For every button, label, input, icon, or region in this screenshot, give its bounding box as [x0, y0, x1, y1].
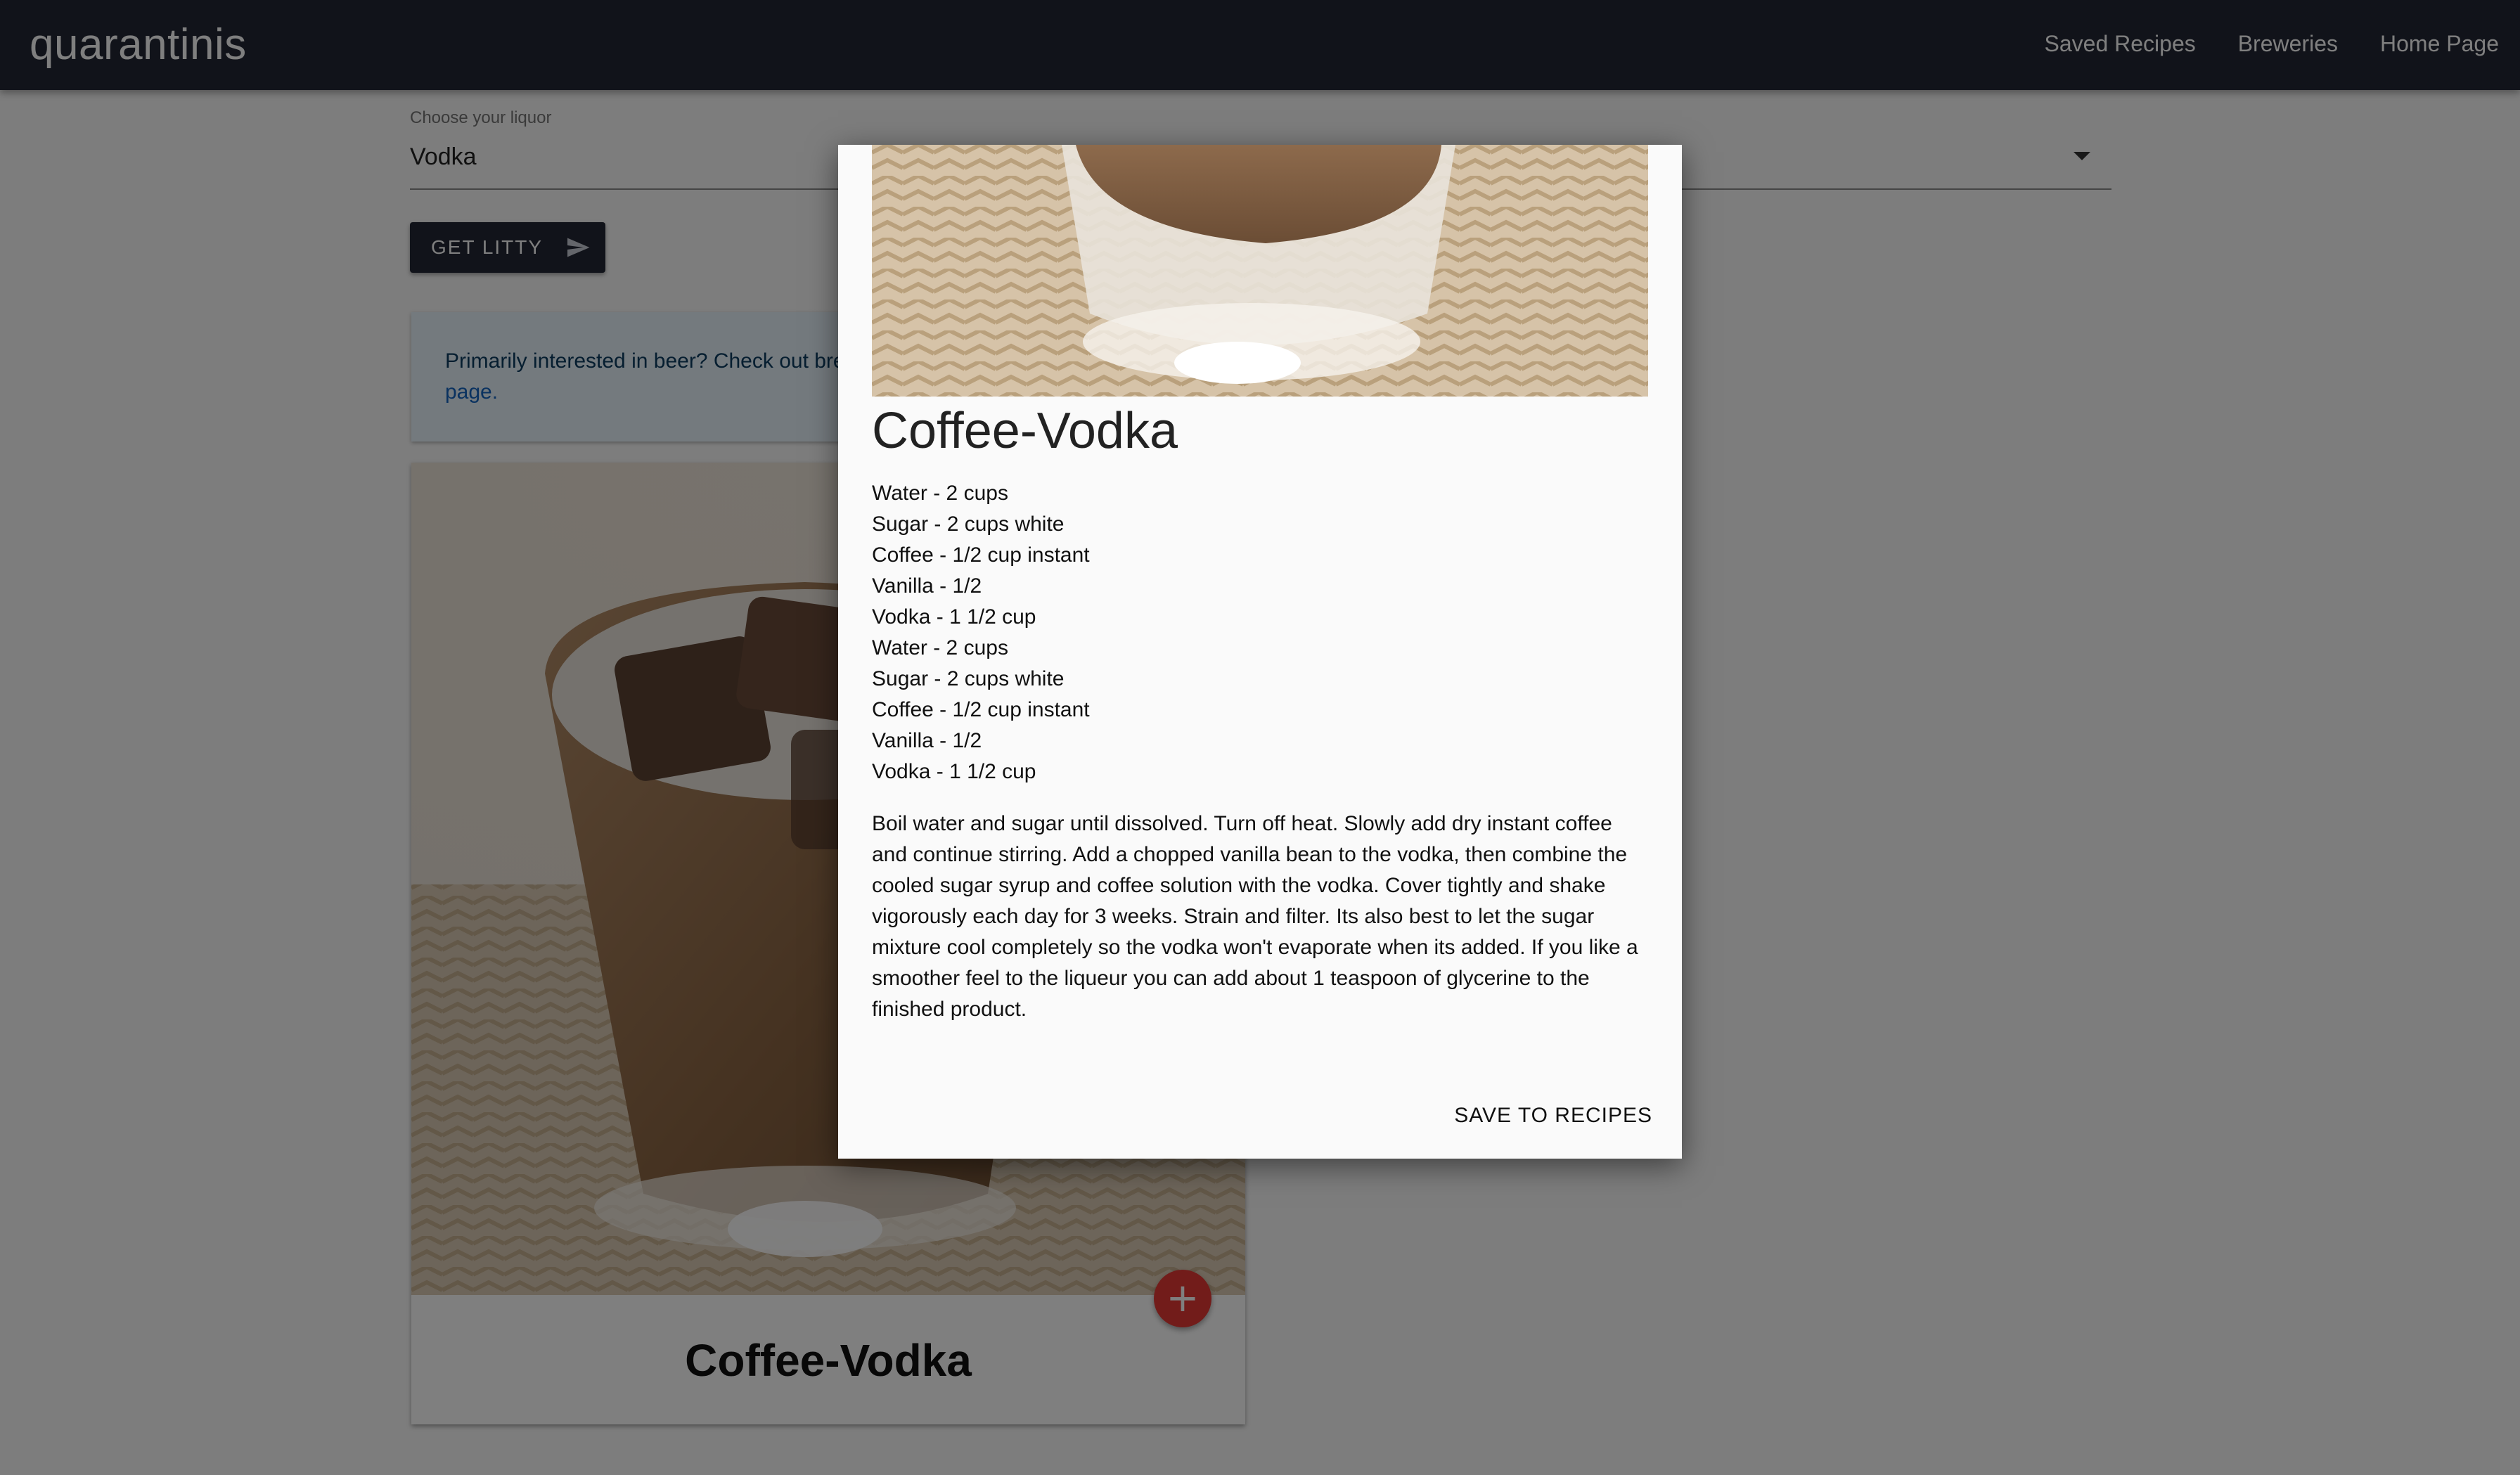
ingredient-item: Water - 2 cups — [872, 482, 1008, 505]
ingredient-item: Coffee - 1/2 cup instant — [872, 698, 1090, 721]
recipe-modal-image — [872, 145, 1648, 397]
ingredient-item: Sugar - 2 cups white — [872, 667, 1065, 690]
ingredient-item: Vanilla - 1/2 — [872, 574, 982, 598]
ingredient-item: Coffee - 1/2 cup instant — [872, 543, 1090, 567]
recipe-modal-title: Coffee-Vodka — [872, 403, 1178, 459]
save-to-recipes-button[interactable]: SAVE TO RECIPES — [1454, 1104, 1652, 1128]
recipe-modal: Coffee-Vodka Water - 2 cups Sugar - 2 cu… — [838, 145, 1682, 1159]
ingredient-item: Vodka - 1 1/2 cup — [872, 605, 1036, 629]
ingredient-item: Water - 2 cups — [872, 636, 1008, 659]
recipe-instructions: Boil water and sugar until dissolved. Tu… — [872, 812, 1638, 1021]
ingredient-item: Vodka - 1 1/2 cup — [872, 760, 1036, 783]
ingredient-item: Sugar - 2 cups white — [872, 513, 1065, 536]
ingredient-item: Vanilla - 1/2 — [872, 729, 982, 752]
ingredients-list: Water - 2 cups Sugar - 2 cups white Coff… — [872, 478, 1090, 787]
